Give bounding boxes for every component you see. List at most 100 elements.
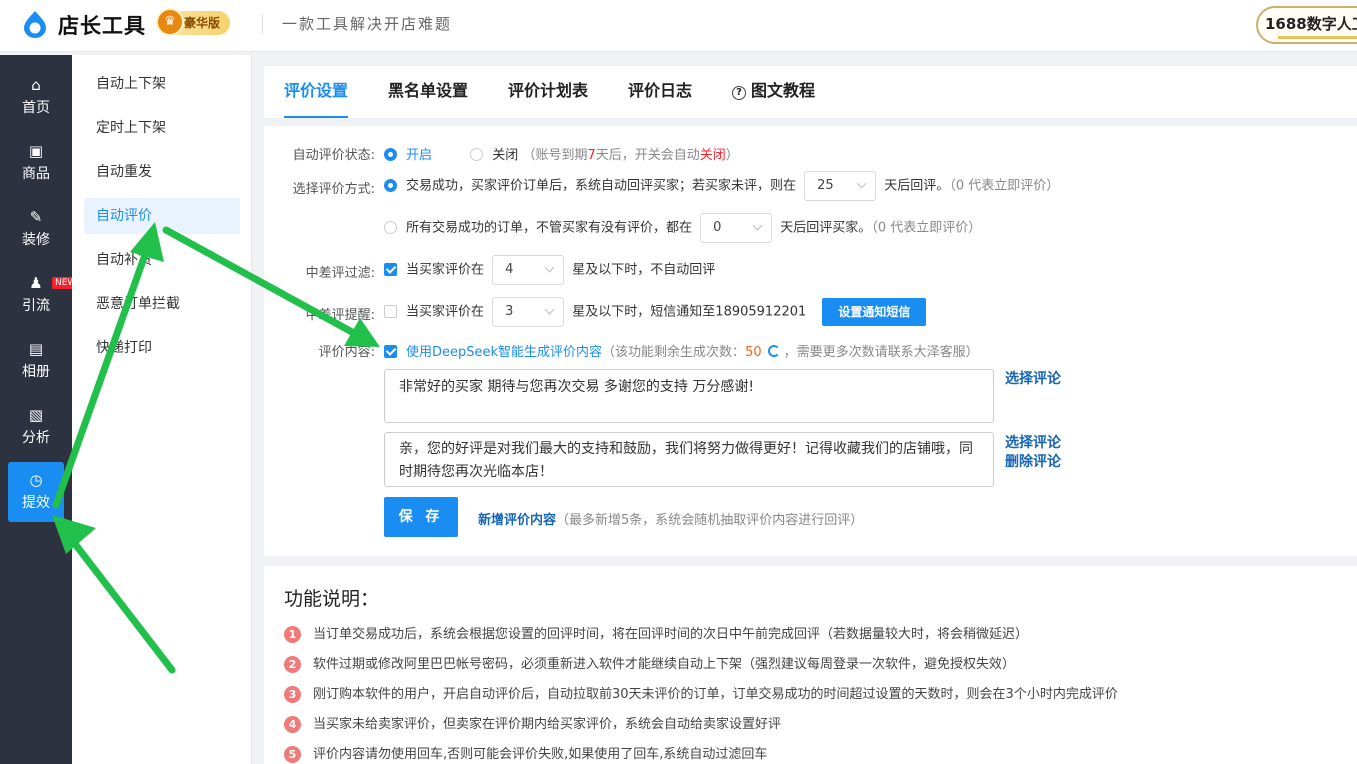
mode-option-1-days-value: 25 bbox=[817, 178, 834, 193]
clock-icon: ◷ bbox=[29, 471, 43, 489]
nav-item-album[interactable]: ▤ 相册 bbox=[0, 331, 72, 389]
user-badge[interactable]: 1688数字人工 bbox=[1256, 6, 1357, 44]
remind-stars-select[interactable]: 3 bbox=[492, 297, 565, 327]
content-label: 评价内容: bbox=[318, 345, 375, 360]
tab-blacklist-settings[interactable]: 黑名单设置 bbox=[388, 66, 468, 118]
nav-item-efficiency[interactable]: ◷ 提效 bbox=[8, 462, 64, 522]
nav-label-analysis: 分析 bbox=[22, 430, 50, 446]
refresh-icon[interactable] bbox=[767, 345, 780, 357]
feature-description: 功能说明： 1 当订单交易成功后，系统会根据您设置的回评时间，将在回评时间的次日中… bbox=[264, 566, 1357, 764]
submenu-timed-shelf[interactable]: 定时上下架 bbox=[84, 110, 240, 146]
nav-label-efficiency: 提效 bbox=[22, 495, 50, 511]
add-review-row: 新增评价内容（最多新增5条，系统会随机抽取评价内容进行回评） bbox=[478, 509, 863, 528]
header-divider bbox=[262, 14, 263, 34]
submenu-auto-shelf[interactable]: 自动上下架 bbox=[84, 66, 240, 102]
status-row: 开启 关闭 （账号到期7天后，开关会自动关闭） bbox=[384, 144, 739, 163]
status-note-mid: 天后，开关会自动 bbox=[595, 148, 700, 163]
description-text: 软件过期或修改阿里巴巴帐号密码，必须重新进入软件才能继续自动上下架（强烈建议每周… bbox=[313, 657, 1016, 672]
filter-row: 当买家评价在 4 星及以下时，不自动回评 bbox=[384, 255, 715, 285]
filter-label: 中差评过滤: bbox=[305, 266, 375, 281]
status-off-radio[interactable] bbox=[470, 148, 484, 161]
status-label: 自动评价状态: bbox=[292, 148, 375, 163]
description-text: 当订单交易成功后，系统会根据您设置的回评时间，将在回评时间的次日中午前完成回评（… bbox=[313, 627, 1029, 642]
select-review-link-1[interactable]: 选择评论 bbox=[1005, 368, 1061, 388]
deepseek-label: 使用DeepSeek智能生成评价内容 bbox=[406, 345, 603, 360]
mode-option-1-radio[interactable] bbox=[384, 178, 397, 192]
number-badge: 1 bbox=[284, 626, 301, 643]
filter-stars-select[interactable]: 4 bbox=[492, 255, 565, 285]
add-review-link[interactable]: 新增评价内容 bbox=[478, 513, 556, 528]
mode-option-1-hint: （0 代表立即评价） bbox=[949, 178, 1060, 194]
tab-review-schedule[interactable]: 评价计划表 bbox=[508, 66, 588, 118]
mode-option-2-days-value: 0 bbox=[713, 220, 722, 235]
nav-item-decorate[interactable]: ✎ 装修 bbox=[0, 199, 72, 257]
submenu-malicious-order-block[interactable]: 恶意订单拦截 bbox=[84, 286, 240, 322]
nav-item-traffic[interactable]: ♟ 引流 NEW bbox=[0, 265, 80, 323]
brush-icon: ✎ bbox=[29, 208, 43, 226]
tab-review-settings[interactable]: 评价设置 bbox=[284, 66, 349, 118]
remain-post: ，需要更多次数请联系大泽客服） bbox=[783, 345, 979, 360]
deepseek-row: 使用DeepSeek智能生成评价内容（该功能剩余生成次数：50 ，需要更多次数请联… bbox=[384, 341, 979, 360]
nav-item-products[interactable]: ▣ 商品 bbox=[0, 133, 72, 191]
set-sms-button[interactable]: 设置通知短信 bbox=[822, 298, 927, 326]
description-item: 4 当买家未给卖家评价，但卖家在评价期内给买家评价，系统会自动给卖家设置好评 bbox=[284, 713, 781, 733]
remind-checkbox[interactable] bbox=[384, 304, 397, 318]
status-on-radio[interactable] bbox=[384, 148, 397, 161]
filter-pre: 当买家评价在 bbox=[406, 262, 485, 278]
filter-checkbox[interactable] bbox=[384, 262, 397, 276]
filter-stars-value: 4 bbox=[505, 262, 514, 277]
app-header: 店长工具 ♛ 豪华版 一款工具解决开店难题 1688数字人工 bbox=[0, 0, 1357, 52]
submenu-auto-review[interactable]: 自动评价 bbox=[84, 198, 240, 234]
mode-option-2-radio[interactable] bbox=[384, 220, 397, 234]
mode-option-2-text: 所有交易成功的订单，不管买家有没有评价，都在 bbox=[406, 220, 693, 236]
submenu-auto-repost[interactable]: 自动重发 bbox=[84, 154, 240, 190]
logo-icon bbox=[24, 11, 46, 38]
status-note-pre: （账号到期 bbox=[522, 148, 588, 163]
mode-option-2-days-select[interactable]: 0 bbox=[700, 213, 773, 243]
deepseek-checkbox[interactable] bbox=[384, 345, 397, 358]
mode-option-1: 交易成功，买家评价订单后，系统自动回评买家；若买家未评，则在 25 天后回评。（… bbox=[384, 171, 1059, 201]
nav-label-album: 相册 bbox=[22, 364, 50, 380]
mode-option-2-post: 天后回评买家。 bbox=[780, 220, 872, 236]
mode-option-2: 所有交易成功的订单，不管买家有没有评价，都在 0 天后回评买家。（0 代表立即评… bbox=[384, 213, 981, 243]
review-text-2[interactable]: 亲，您的好评是对我们最大的支持和鼓励，我们将努力做得更好！记得收藏我们的店铺哦，… bbox=[384, 432, 994, 487]
delete-review-link[interactable]: 删除评论 bbox=[1005, 451, 1061, 471]
save-button[interactable]: 保 存 bbox=[384, 497, 458, 537]
vip-badge[interactable]: ♛ 豪华版 bbox=[156, 8, 231, 36]
tab-review-log[interactable]: 评价日志 bbox=[628, 66, 692, 118]
chevron-down-icon bbox=[752, 220, 763, 231]
number-badge: 5 bbox=[284, 746, 301, 763]
nav-item-analysis[interactable]: ▧ 分析 bbox=[0, 397, 72, 455]
mode-option-2-hint: （0 代表立即评价） bbox=[871, 220, 982, 236]
number-badge: 2 bbox=[284, 656, 301, 673]
submenu-auto-restock[interactable]: 自动补货 bbox=[84, 242, 240, 278]
home-icon: ⌂ bbox=[31, 76, 41, 94]
chevron-down-icon bbox=[544, 262, 555, 273]
tabs-bar: 评价设置 黑名单设置 评价计划表 评价日志 ? 图文教程 bbox=[264, 66, 1357, 118]
number-badge: 4 bbox=[284, 716, 301, 733]
mode-option-1-days-select[interactable]: 25 bbox=[804, 171, 877, 201]
review-text-1[interactable]: 非常好的买家 期待与您再次交易 多谢您的支持 万分感谢! bbox=[384, 369, 994, 423]
remind-post: 星及以下时，短信通知至18905912201 bbox=[572, 304, 807, 320]
status-note-end: ） bbox=[725, 148, 739, 163]
crown-shield-icon: ♛ bbox=[156, 8, 184, 36]
select-review-link-2[interactable]: 选择评论 bbox=[1005, 432, 1061, 452]
sub-menu: 自动上下架 定时上下架 自动重发 自动评价 自动补货 恶意订单拦截 快递打印 bbox=[72, 55, 252, 764]
remind-pre: 当买家评价在 bbox=[406, 304, 485, 320]
app-title: 店长工具 bbox=[58, 14, 146, 38]
vip-label: 豪华版 bbox=[184, 16, 221, 30]
mode-label: 选择评价方式: bbox=[292, 182, 375, 197]
tab-tutorial[interactable]: ? 图文教程 bbox=[732, 66, 815, 118]
status-note-days: 7 bbox=[587, 148, 596, 163]
nav-label-decorate: 装修 bbox=[22, 232, 50, 248]
description-item: 3 刚订购本软件的用户，开启自动评价后，自动拉取前30天未评价的订单，订单交易成功… bbox=[284, 683, 1118, 703]
nav-item-home[interactable]: ⌂ 首页 bbox=[0, 67, 72, 125]
status-off-label: 关闭 bbox=[492, 148, 519, 163]
filter-post: 星及以下时，不自动回评 bbox=[572, 262, 716, 278]
submenu-express-print[interactable]: 快递打印 bbox=[84, 330, 240, 366]
nav-label-traffic: 引流 bbox=[22, 298, 50, 314]
review-settings-form: 自动评价状态: 开启 关闭 （账号到期7天后，开关会自动关闭） 选择评价方式: … bbox=[264, 126, 1357, 556]
remain-count: 50 bbox=[745, 345, 762, 360]
mode-option-1-post: 天后回评。 bbox=[884, 178, 950, 194]
main-sidebar: ⌂ 首页 ▣ 商品 ✎ 装修 ♟ 引流 NEW ▤ 相册 ▧ 分析 ◷ 提效 bbox=[0, 55, 80, 764]
